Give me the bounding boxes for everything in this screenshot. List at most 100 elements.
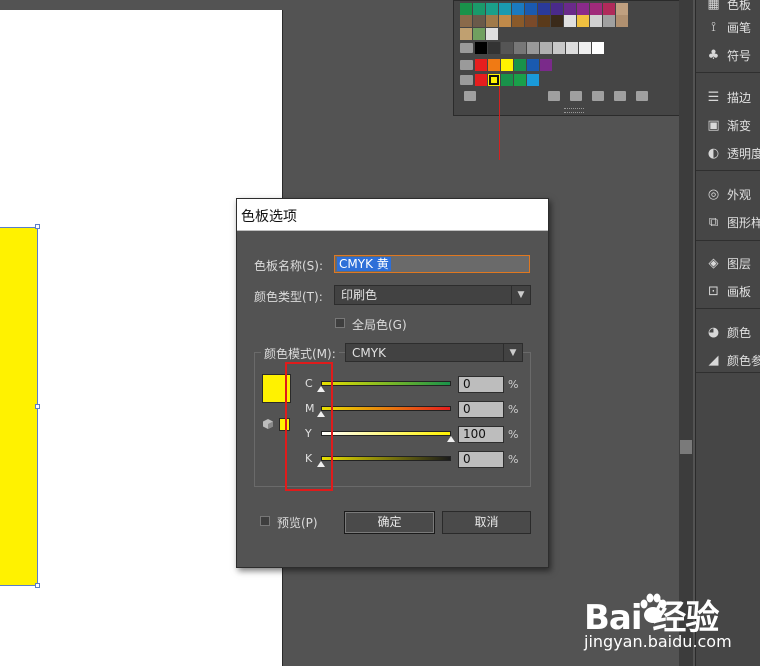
panel-resize-grip[interactable] [564,108,584,113]
swatch[interactable] [512,3,524,15]
new-color-group-icon[interactable] [592,91,604,101]
percent-sign: % [508,403,519,416]
swatch-library-icon[interactable] [464,91,476,101]
swatch[interactable] [577,3,589,15]
channel-slider-track[interactable] [321,406,451,411]
dock-item[interactable]: ◢ 颜色参考 [706,350,760,370]
dock-item[interactable]: ⧉ 图形样式 [706,212,760,232]
swatch[interactable] [486,28,498,40]
swatch[interactable] [564,3,576,15]
swatch[interactable] [473,28,485,40]
swatch[interactable] [514,42,526,54]
dock-item[interactable]: ◐ 透明度 [706,143,760,163]
swatch[interactable] [488,59,500,71]
swatch[interactable] [499,15,511,27]
swatch[interactable] [512,15,524,27]
swatch[interactable] [538,15,550,27]
dock-item[interactable]: ▦ 色板 [706,0,751,14]
swatch[interactable] [616,3,628,15]
swatch[interactable] [590,15,602,27]
swatch[interactable] [525,15,537,27]
swatch[interactable] [486,15,498,27]
swatch-name-input[interactable]: CMYK 黄 [334,255,530,273]
channel-value-input[interactable]: 100 [458,426,504,443]
swatch[interactable] [486,3,498,15]
swatch[interactable] [514,59,526,71]
color-group-folder-icon[interactable] [460,75,473,85]
swatch[interactable] [527,42,539,54]
swatch[interactable] [473,15,485,27]
swatch[interactable] [553,42,565,54]
out-of-gamut-cube-icon[interactable] [263,418,273,429]
selection-handle[interactable] [35,224,40,229]
cancel-button[interactable]: 取消 [442,511,531,534]
selection-handle[interactable] [35,583,40,588]
swatch[interactable] [475,74,487,86]
global-color-label: 全局色(G) [352,318,407,332]
swatch[interactable] [603,3,615,15]
color-mode-select[interactable]: CMYK ▼ [345,343,523,362]
ok-button[interactable]: 确定 [344,511,435,534]
swatch[interactable] [460,3,472,15]
show-swatch-kinds-icon[interactable] [548,91,560,101]
canvas-scrollbar[interactable] [679,0,693,666]
swatch[interactable] [579,42,591,54]
swatch[interactable] [525,3,537,15]
dock-item[interactable]: ▣ 渐变 [706,115,751,135]
swatch[interactable] [603,15,615,27]
swatch[interactable] [475,42,487,54]
channel-value-input[interactable]: 0 [458,451,504,468]
dock-item[interactable]: ♣ 符号 [706,45,751,65]
swatch[interactable] [590,3,602,15]
channel-slider-track[interactable] [321,456,451,461]
color-mode-value: CMYK [352,346,386,360]
swatch[interactable] [538,3,550,15]
dock-item[interactable]: ☰ 描边 [706,87,751,107]
swatch[interactable] [501,59,513,71]
swatch[interactable] [460,15,472,27]
dialog-titlebar[interactable]: 色板选项 [237,199,548,231]
swatch[interactable] [551,3,563,15]
preview-checkbox[interactable] [260,516,270,526]
swatch-options-icon[interactable] [570,91,582,101]
swatch[interactable] [460,28,472,40]
swatch[interactable] [566,42,578,54]
dock-item[interactable]: ⟟ 画笔 [706,17,751,37]
dock-item[interactable]: ◎ 外观 [706,184,751,204]
swatch[interactable] [488,42,500,54]
dock-item-label: 渐变 [727,118,752,133]
dock-separator [696,170,760,171]
channel-slider-track[interactable] [321,431,451,436]
selected-yellow-rectangle[interactable] [0,227,38,586]
dock-item[interactable]: ◕ 颜色 [706,322,751,342]
swatch[interactable] [527,59,539,71]
swatch[interactable] [577,15,589,27]
channel-slider-thumb[interactable] [447,436,455,442]
swatch[interactable] [592,42,604,54]
swatch[interactable] [501,42,513,54]
swatch[interactable] [564,15,576,27]
swatch[interactable] [527,74,539,86]
selection-handle[interactable] [35,404,40,409]
color-group-folder-icon[interactable] [460,43,473,53]
new-swatch-icon[interactable] [614,91,626,101]
swatch[interactable] [551,15,563,27]
channel-value-input[interactable]: 0 [458,401,504,418]
dock-item[interactable]: ◈ 图层 [706,253,752,273]
color-group-folder-icon[interactable] [460,60,473,70]
swatch[interactable] [475,59,487,71]
channel-slider-track[interactable] [321,381,451,386]
swatch-selected[interactable] [488,74,500,86]
channel-value-input[interactable]: 0 [458,376,504,393]
swatch[interactable] [540,59,552,71]
delete-swatch-icon[interactable] [636,91,648,101]
swatch[interactable] [473,3,485,15]
swatch[interactable] [499,3,511,15]
dock-item[interactable]: ⊡ 画板 [706,281,751,301]
color-type-select[interactable]: 印刷色 ▼ [334,285,531,305]
swatch[interactable] [540,42,552,54]
swatch[interactable] [514,74,526,86]
swatch[interactable] [501,74,513,86]
swatch[interactable] [616,15,628,27]
global-color-checkbox[interactable] [335,318,345,328]
